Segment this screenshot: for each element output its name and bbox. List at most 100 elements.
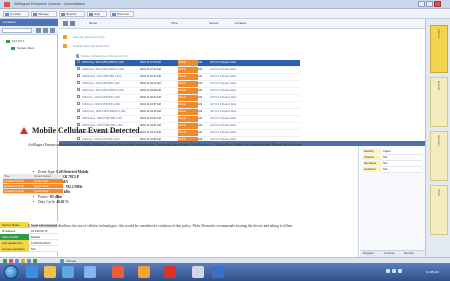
network-icon[interactable]	[84, 266, 96, 278]
menu-help-label: Help	[94, 12, 101, 16]
event-channel: 109	[198, 80, 210, 88]
menu-show-all[interactable]: Show All	[110, 11, 134, 17]
table-row[interactable]: LTE Freq.: 2132.0 MHz BID 1,005 06/21 11:…	[75, 101, 300, 109]
row-checkbox-cell[interactable]	[75, 66, 82, 74]
checkbox[interactable]	[77, 88, 80, 91]
close-button[interactable]	[434, 1, 441, 7]
minimize-button[interactable]	[418, 1, 425, 7]
column-sensor-header[interactable]: Sensor	[209, 21, 219, 25]
tab-tools[interactable]: Tools	[430, 185, 448, 235]
checkbox[interactable]	[77, 109, 80, 112]
column-location-header[interactable]: Location	[235, 21, 246, 25]
row-checkbox-cell[interactable]	[75, 115, 82, 123]
property-value: N/A	[382, 167, 422, 173]
tab-mitigation[interactable]: Mitigation	[363, 252, 374, 255]
row-checkbox-cell[interactable]	[75, 80, 82, 88]
checkbox[interactable]	[77, 60, 80, 63]
column-name-header[interactable]: Name	[89, 21, 97, 25]
row-checkbox-cell[interactable]	[75, 101, 82, 109]
row-checkbox-cell[interactable]	[75, 108, 82, 116]
event-channel: 109	[198, 129, 210, 137]
clock[interactable]: 11:08 AM	[426, 270, 438, 274]
location-search-input[interactable]	[2, 28, 32, 33]
table-row[interactable]: GSM Freq.: 892.0 MHz ARFCN 1,003 06/21 11…	[75, 87, 300, 95]
taskbar: 11:08 AM	[0, 263, 450, 281]
checkbox[interactable]	[77, 74, 80, 77]
filter-icon[interactable]	[36, 28, 41, 33]
checkbox[interactable]	[77, 81, 80, 84]
table-row[interactable]: CDMA Freq.: 870.0 MHz BID 1,001 06/21 11:…	[75, 73, 300, 81]
network-icon	[6, 40, 10, 43]
alert-icon	[20, 127, 28, 134]
property-row: 1st Detect N/A	[363, 167, 423, 173]
table-row[interactable]: GSM Freq.: 794.2 MHz BID 1,002 06/21 11:0…	[75, 80, 300, 88]
tab-alarms[interactable]: Alarms	[430, 25, 448, 73]
folder-icon[interactable]	[44, 266, 56, 278]
checkbox[interactable]	[77, 95, 80, 98]
checkbox[interactable]	[77, 137, 80, 140]
tree-item-system-root[interactable]: System Root	[3, 45, 57, 52]
event-location: /127.0.0.1/System Root	[210, 66, 300, 74]
app-logo-icon	[4, 2, 10, 7]
refresh-icon[interactable]	[43, 28, 48, 33]
group-mobile-cellular[interactable]: Mobile Cellular Event Detected (12)	[71, 53, 128, 59]
table-row[interactable]: LTE Freq.: 2131.0 MHz BID 1,004 06/21 11:…	[75, 94, 300, 102]
event-name: LTE Freq.: 2131.0 MHz BID 1,004	[82, 94, 140, 102]
start-button[interactable]	[4, 265, 18, 279]
app-icon[interactable]	[192, 266, 204, 278]
menu-help[interactable]: Help	[87, 11, 107, 17]
sort-icon[interactable]	[70, 21, 75, 26]
history-row[interactable]: 12/11/09 11:10:09 System Root	[3, 189, 63, 194]
app-icon[interactable]	[138, 266, 150, 278]
filter-icon[interactable]	[63, 21, 68, 26]
bullet-label: Power:	[38, 195, 49, 199]
tree-item-root[interactable]: 127.0.0.1	[3, 38, 57, 45]
row-checkbox-cell[interactable]	[75, 73, 82, 81]
column-time-header[interactable]: Time	[171, 21, 178, 25]
tab-label: Sensors	[437, 135, 441, 147]
volume-icon[interactable]	[398, 269, 402, 273]
checkbox[interactable]	[77, 67, 80, 70]
event-channel: 109	[198, 87, 210, 95]
event-list: Security (Event) (1,024) Cellular Securi…	[59, 29, 425, 144]
checkbox[interactable]	[77, 116, 80, 119]
event-location: /127.0.0.1/System Root	[210, 115, 300, 123]
media-icon[interactable]	[62, 266, 74, 278]
flag-icon[interactable]	[386, 269, 390, 273]
maximize-button[interactable]	[426, 1, 433, 7]
pdf-icon[interactable]	[164, 266, 176, 278]
row-checkbox-cell[interactable]	[75, 94, 82, 102]
word-icon[interactable]	[212, 266, 224, 278]
event-channel: 109	[198, 66, 210, 74]
help-icon	[89, 13, 93, 16]
ie-icon[interactable]	[26, 266, 38, 278]
menu-manage-label: Manage	[38, 12, 49, 16]
table-row[interactable]: GSM Freq.: 951.0 MHz ARFCN 1,000 06/21 11…	[75, 66, 300, 74]
menu-manage[interactable]: Manage	[31, 11, 57, 17]
menu-reports[interactable]: Reports	[59, 11, 85, 17]
event-location: /127.0.0.1/System Root	[210, 73, 300, 81]
event-severity: Critical	[178, 94, 198, 102]
property-key: 1st Detect	[363, 167, 381, 172]
table-row[interactable]: UMTS Freq.: 1883.0 MHz BID 1,007 06/21 11…	[75, 115, 300, 123]
tab-onescan[interactable]: OneScan	[384, 252, 395, 255]
row-checkbox-cell[interactable]	[75, 87, 82, 95]
event-name: UMTS Freq.: 1883.0 MHz BID 1,007	[82, 115, 140, 123]
network-icon[interactable]	[392, 269, 396, 273]
menu-console[interactable]: Console	[3, 11, 29, 17]
tab-remedy[interactable]: Remedy	[404, 252, 414, 255]
tab-events[interactable]: Events	[430, 77, 448, 127]
checkbox[interactable]	[77, 102, 80, 105]
event-time: 06/21 11:06:40 AM	[140, 73, 178, 81]
tab-sensors[interactable]: Sensors	[430, 131, 448, 181]
table-row[interactable]: GSM Freq.: 1932.0 MHz ARFCN 1,006 06/21 1…	[75, 108, 300, 116]
group-security[interactable]: Security (Event) (1,024)	[63, 34, 105, 40]
settings-icon[interactable]	[50, 28, 55, 33]
app-icon[interactable]	[112, 266, 124, 278]
tab-label: Tools	[437, 189, 441, 197]
status-value: N/A	[29, 246, 58, 252]
manage-icon	[33, 13, 37, 16]
details-pane	[59, 146, 359, 257]
menu-console-label: Console	[10, 12, 22, 16]
group-cellular[interactable]: Cellular Security Event (12)	[63, 43, 110, 49]
